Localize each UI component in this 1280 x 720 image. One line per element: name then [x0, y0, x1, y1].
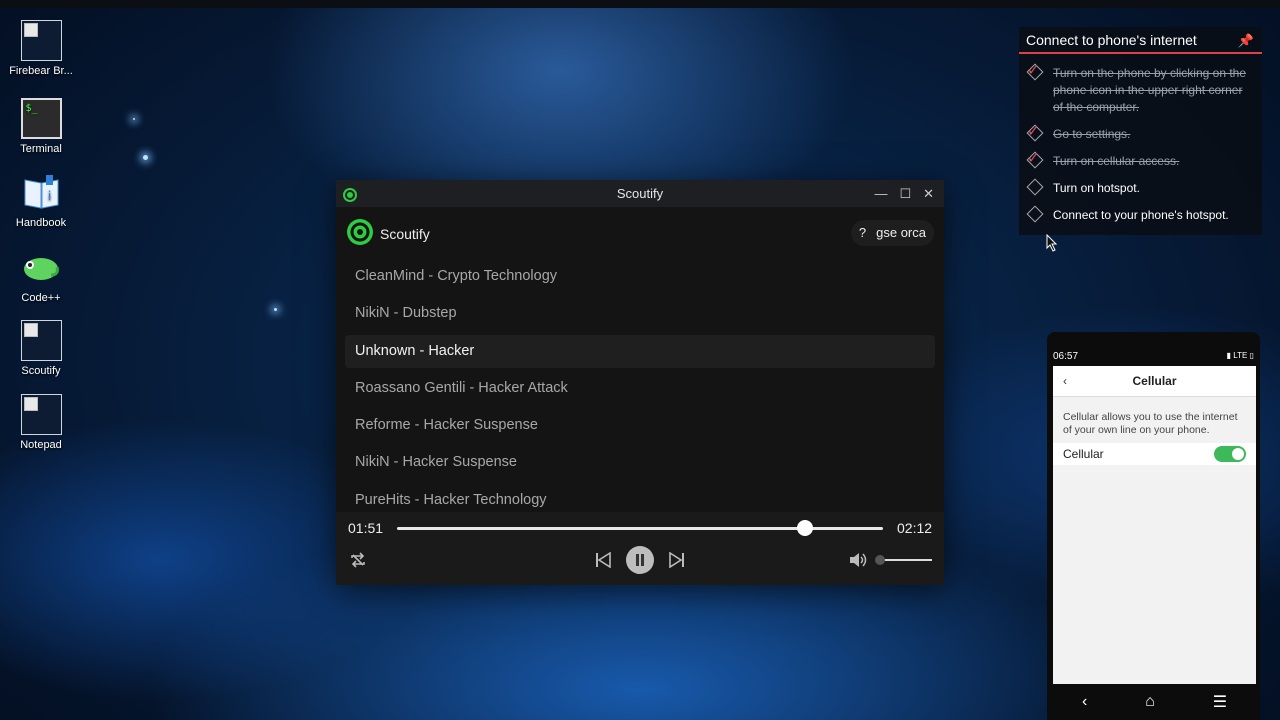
phone-status-bar: 06:57 ▮ LTE ▯ — [1053, 351, 1256, 365]
task-step-5: Connect to your phone's hotspot. — [1019, 205, 1262, 224]
close-icon[interactable]: ✕ — [923, 180, 934, 207]
phone-screen: ‹ Cellular Cellular allows you to use th… — [1053, 366, 1256, 684]
window-title: Scoutify — [616, 186, 664, 201]
desktop-icon-scoutify[interactable]: Scoutify — [6, 320, 76, 377]
check-icon: ✓ — [1027, 150, 1040, 167]
task-step-1: ✓ Turn on the phone by clicking on the p… — [1026, 62, 1247, 114]
checkbox-icon — [1026, 205, 1044, 223]
brand[interactable]: Scoutify — [346, 218, 430, 249]
progress-knob[interactable] — [797, 520, 814, 536]
volume-slider[interactable] — [875, 555, 932, 565]
next-icon[interactable] — [668, 551, 686, 573]
desktop-icon-handbook[interactable]: i Handbook — [6, 172, 76, 229]
scoutify-logo-icon — [346, 218, 374, 249]
volume-icon[interactable] — [848, 551, 868, 574]
back-icon[interactable]: ‹ — [1063, 366, 1067, 397]
track-item[interactable]: NikiN - Hacker Suspense — [345, 446, 935, 479]
check-icon: ✓ — [1027, 123, 1040, 140]
task-step-4: Turn on hotspot. — [1019, 178, 1262, 197]
star — [274, 308, 277, 311]
task-step-3: ✓ Turn on cellular access. — [1026, 150, 1180, 169]
track-item[interactable]: Roassano Gentili - Hacker Attack — [345, 372, 935, 405]
mouse-cursor-icon — [1046, 233, 1058, 257]
progress-slider[interactable] — [397, 520, 883, 536]
pin-icon[interactable]: 📌 — [1238, 27, 1254, 54]
checkbox-icon — [1026, 178, 1044, 196]
track-list: CleanMind - Crypto Technology NikiN - Du… — [345, 260, 935, 512]
repeat-icon[interactable] — [349, 551, 367, 574]
star — [133, 118, 135, 120]
phone-device: 06:57 ▮ LTE ▯ ‹ Cellular Cellular allows… — [1047, 332, 1260, 720]
check-icon: ✓ — [1027, 62, 1040, 79]
desktop-icon-notepad[interactable]: Notepad — [6, 394, 76, 451]
app-header: Scoutify ? gse orca — [336, 207, 944, 257]
user-name: gse orca — [876, 225, 926, 240]
cellular-label: Cellular — [1063, 447, 1104, 461]
task-step-2: ✓ Go to settings. — [1026, 123, 1131, 142]
phone-network: ▮ LTE ▯ — [1226, 351, 1254, 360]
terminal-icon: $_ — [20, 98, 62, 139]
total-time: 02:12 — [897, 520, 933, 536]
pause-button[interactable] — [626, 546, 654, 579]
maximize-icon[interactable]: ☐ — [899, 180, 911, 207]
notepad-icon — [20, 394, 62, 435]
desktop-icon-code[interactable]: Code++ — [6, 247, 76, 304]
brand-name: Scoutify — [380, 225, 430, 242]
volume-knob[interactable] — [875, 555, 885, 565]
task-title: Connect to phone's internet — [1026, 32, 1197, 48]
phone-screen-title: Cellular — [1132, 374, 1177, 388]
track-item-active[interactable]: Unknown - Hacker — [345, 334, 935, 368]
desktop-icon-terminal[interactable]: $_ Terminal — [6, 98, 76, 155]
minimize-icon[interactable]: — — [874, 180, 887, 207]
scoutify-window: Scoutify — ☐ ✕ Scoutify ? gse orca Clean… — [336, 180, 944, 585]
chameleon-icon — [21, 247, 62, 288]
phone-header: ‹ Cellular — [1053, 366, 1256, 397]
phone-description: Cellular allows you to use the internet … — [1063, 411, 1238, 436]
home-icon[interactable]: ⌂ — [1145, 693, 1155, 711]
player-bar: 01:51 02:12 — [336, 512, 944, 585]
previous-icon[interactable] — [594, 551, 612, 573]
menu-icon[interactable]: ☰ — [1213, 692, 1227, 712]
user-menu-button[interactable]: ? gse orca — [850, 220, 934, 246]
track-item[interactable]: CleanMind - Crypto Technology — [345, 260, 935, 293]
phone-nav-bar: ‹ ⌂ ☰ — [1053, 684, 1256, 720]
top-panel — [0, 0, 1280, 8]
elapsed-time: 01:51 — [348, 520, 384, 536]
svg-text:i: i — [47, 189, 50, 203]
help-icon[interactable]: ? — [859, 220, 866, 246]
cellular-toggle[interactable] — [1214, 446, 1246, 462]
track-item[interactable]: NikiN - Dubstep — [345, 297, 935, 330]
firebear-icon — [20, 20, 62, 61]
cellular-row: Cellular — [1053, 443, 1256, 465]
phone-time: 06:57 — [1053, 351, 1079, 362]
book-icon: i — [21, 172, 62, 213]
battery-icon: ▯ — [1249, 351, 1254, 360]
track-item[interactable]: Reforme - Hacker Suspense — [345, 409, 935, 442]
signal-icon: ▮ — [1226, 351, 1232, 360]
scoutify-desktop-icon — [20, 320, 62, 361]
task-header: Connect to phone's internet 📌 — [1019, 27, 1262, 54]
task-panel: Connect to phone's internet 📌 ✓ Turn on … — [1019, 27, 1262, 235]
window-titlebar[interactable]: Scoutify — ☐ ✕ — [336, 180, 944, 207]
nav-back-icon[interactable]: ‹ — [1082, 693, 1087, 711]
star — [143, 155, 148, 160]
desktop-icon-firebear[interactable]: Firebear Br... — [6, 20, 76, 77]
track-item[interactable]: PureHits - Hacker Technology — [345, 484, 935, 512]
